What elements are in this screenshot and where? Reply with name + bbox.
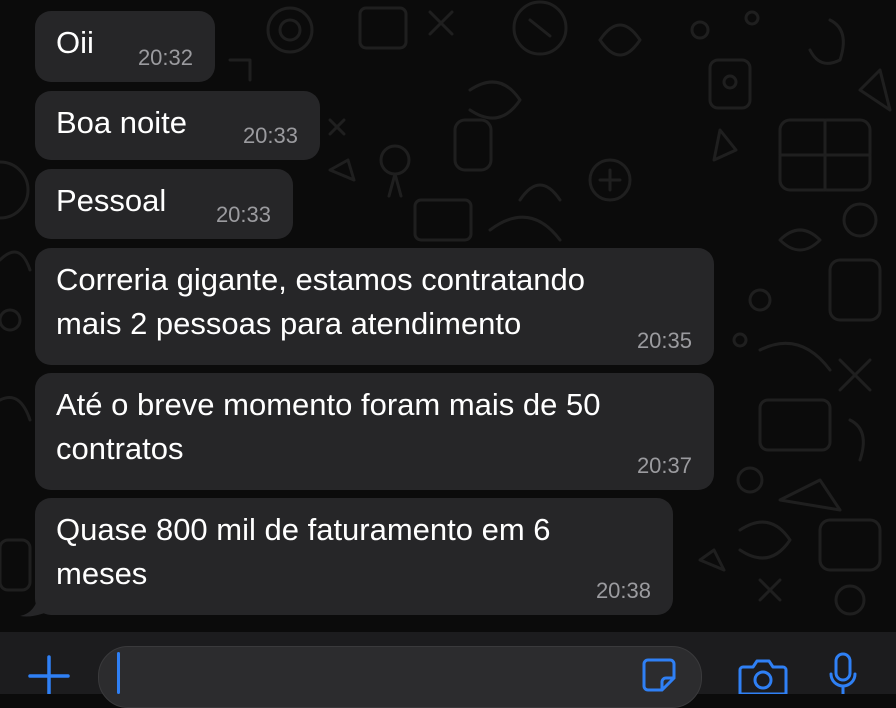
message-bubble[interactable]: Até o breve momento foram mais de 50 con… (35, 373, 714, 490)
message-time: 20:35 (636, 328, 692, 353)
message-text: Até o breve momento foram mais de 50 con… (56, 387, 601, 466)
message-bubble[interactable]: Quase 800 mil de faturamento em 6 meses … (35, 498, 673, 615)
text-cursor (117, 652, 120, 694)
message-bubble[interactable]: Pessoal 20:33 (35, 169, 293, 239)
microphone-icon[interactable] (828, 652, 858, 694)
message-time: 20:37 (636, 453, 692, 478)
message-time: 20:33 (215, 202, 271, 227)
message-time: 20:38 (595, 578, 651, 603)
message-text: Correria gigante, estamos contratando ma… (56, 262, 586, 341)
message-time: 20:32 (137, 45, 193, 70)
plus-icon[interactable] (26, 651, 72, 694)
message-bubble[interactable]: Oii 20:32 (35, 11, 215, 82)
message-time: 20:33 (242, 123, 298, 148)
message-bubble[interactable]: Correria gigante, estamos contratando ma… (35, 248, 714, 365)
message-text: Quase 800 mil de faturamento em 6 meses (56, 512, 551, 591)
camera-icon[interactable] (737, 655, 789, 694)
bubble-tail (20, 592, 58, 617)
message-bubble[interactable]: Boa noite 20:33 (35, 91, 320, 160)
sticker-icon[interactable] (640, 656, 678, 694)
message-input[interactable] (98, 646, 702, 708)
